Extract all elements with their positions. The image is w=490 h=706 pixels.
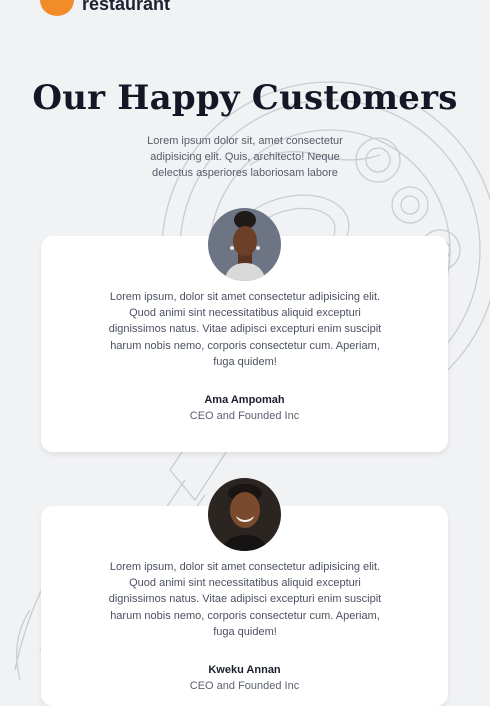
section-title: Our Happy Customers — [32, 78, 458, 118]
avatar — [208, 208, 281, 281]
customer-role: CEO and Founded Inc — [189, 410, 300, 422]
brand[interactable]: restaurant — [40, 0, 170, 16]
avatar — [208, 478, 281, 551]
testimonial-quote: Lorem ipsum, dolor sit amet consectetur … — [108, 291, 382, 368]
customer-role: CEO and Founded Inc — [189, 680, 300, 692]
testimonial-quote: Lorem ipsum, dolor sit amet consectetur … — [108, 561, 382, 638]
testimonial-card: Lorem ipsum, dolor sit amet consectetur … — [41, 478, 448, 706]
testimonial-card: Lorem ipsum, dolor sit amet consectetur … — [41, 208, 448, 452]
customer-name: Kweku Annan — [208, 664, 281, 676]
section-subtitle: Lorem ipsum dolor sit, amet consectetur … — [147, 135, 343, 179]
orange-circle-logo-icon — [40, 0, 74, 16]
brand-name: restaurant — [82, 0, 171, 14]
customer-name: Ama Ampomah — [204, 394, 285, 406]
